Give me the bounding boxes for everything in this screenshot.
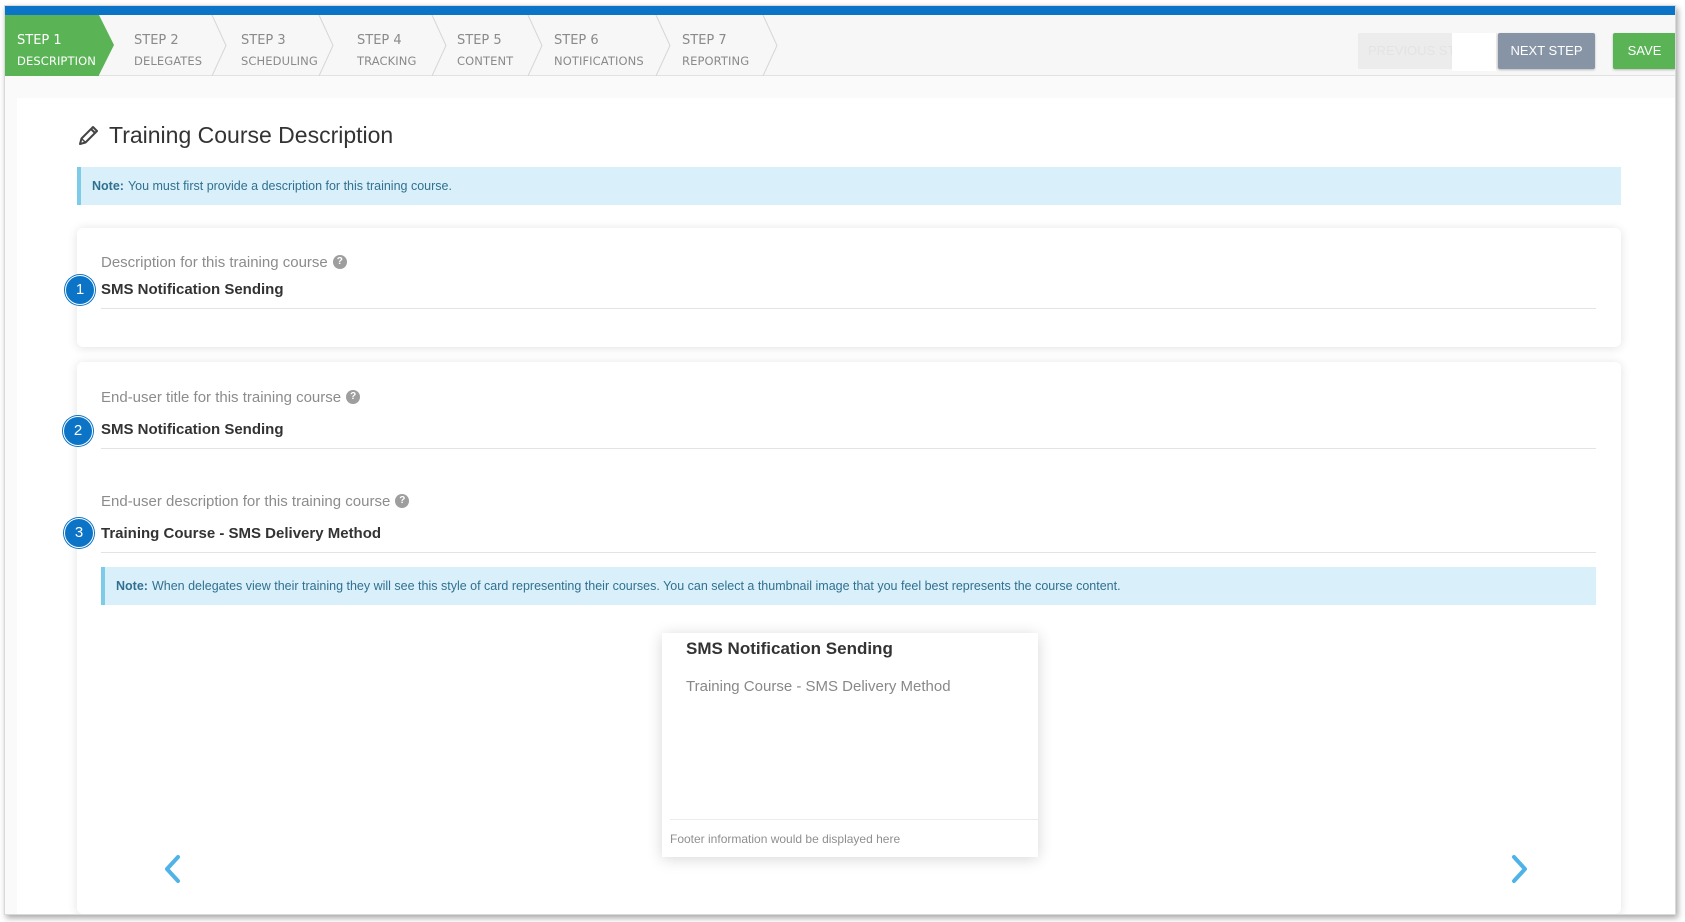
step-separator <box>762 15 778 76</box>
step-label: CONTENT <box>457 54 514 68</box>
step-number: STEP 1 <box>17 33 62 48</box>
top-accent-bar <box>5 6 1675 15</box>
step-label: TRACKING <box>357 54 417 68</box>
chevron-left-icon[interactable] <box>161 853 185 885</box>
help-icon[interactable]: ? <box>346 390 361 404</box>
preview-card-description: Training Course - SMS Delivery Method <box>686 678 951 695</box>
help-icon[interactable]: ? <box>395 494 410 508</box>
step-separator <box>431 15 447 76</box>
save-button[interactable]: SAVE <box>1613 33 1675 69</box>
step-separator <box>527 15 543 76</box>
step-number: STEP 6 <box>554 33 599 48</box>
note-label: Note: <box>92 179 124 193</box>
enduser-title-label-text: End-user title for this training course <box>101 388 342 406</box>
step-7-reporting[interactable]: STEP 7 REPORTING <box>682 15 772 76</box>
chevron-right-icon[interactable] <box>1507 853 1531 885</box>
description-input[interactable]: SMS Notification Sending <box>101 281 1596 309</box>
step-label: REPORTING <box>682 54 750 68</box>
callout-badge-2: 2 <box>63 416 93 446</box>
callout-badge-1: 1 <box>65 275 95 305</box>
note-label: Note: <box>116 579 148 593</box>
enduser-title-label: End-user title for this training course … <box>101 387 361 407</box>
step-1-description[interactable]: STEP 1 DESCRIPTION <box>5 15 114 76</box>
next-step-button[interactable]: NEXT STEP <box>1498 33 1595 69</box>
step-5-content[interactable]: STEP 5 CONTENT <box>457 15 537 76</box>
enduser-description-input[interactable]: Training Course - SMS Delivery Method <box>101 525 1596 553</box>
step-number: STEP 7 <box>682 33 727 48</box>
step-label: NOTIFICATIONS <box>554 54 644 68</box>
step-6-notifications[interactable]: STEP 6 NOTIFICATIONS <box>554 15 664 76</box>
step-number: STEP 4 <box>357 33 402 48</box>
description-label-text: Description for this training course <box>101 253 328 271</box>
step-separator <box>211 15 227 76</box>
enduser-title-input[interactable]: SMS Notification Sending <box>101 421 1596 449</box>
callout-badge-3: 3 <box>64 518 94 548</box>
enduser-description-label-text: End-user description for this training c… <box>101 492 391 510</box>
note-text: When delegates view their training they … <box>151 579 1121 593</box>
step-label: DESCRIPTION <box>17 54 96 68</box>
description-label: Description for this training course ? <box>101 252 347 272</box>
page-title: Training Course Description <box>109 121 394 148</box>
note-text: You must first provide a description for… <box>127 179 452 193</box>
help-icon[interactable]: ? <box>332 255 347 269</box>
top-note: Note: You must first provide a descripti… <box>77 167 1621 205</box>
step-separator <box>655 15 671 76</box>
app-window: STEP 1 DESCRIPTION STEP 2 DELEGATES STEP… <box>4 5 1676 915</box>
preview-card-footer: Footer information would be displayed he… <box>670 819 1038 857</box>
enduser-description-label: End-user description for this training c… <box>101 491 410 511</box>
step-number: STEP 5 <box>457 33 502 48</box>
preview-card-title: SMS Notification Sending <box>686 639 893 658</box>
step-separator <box>318 15 334 76</box>
previous-button-mask <box>1452 33 1496 71</box>
course-card-preview: SMS Notification Sending Training Course… <box>662 633 1038 857</box>
pencil-icon <box>79 126 98 145</box>
card-note: Note: When delegates view their training… <box>101 567 1596 605</box>
step-4-tracking[interactable]: STEP 4 TRACKING <box>357 15 437 76</box>
page-heading: Training Course Description <box>77 119 393 151</box>
